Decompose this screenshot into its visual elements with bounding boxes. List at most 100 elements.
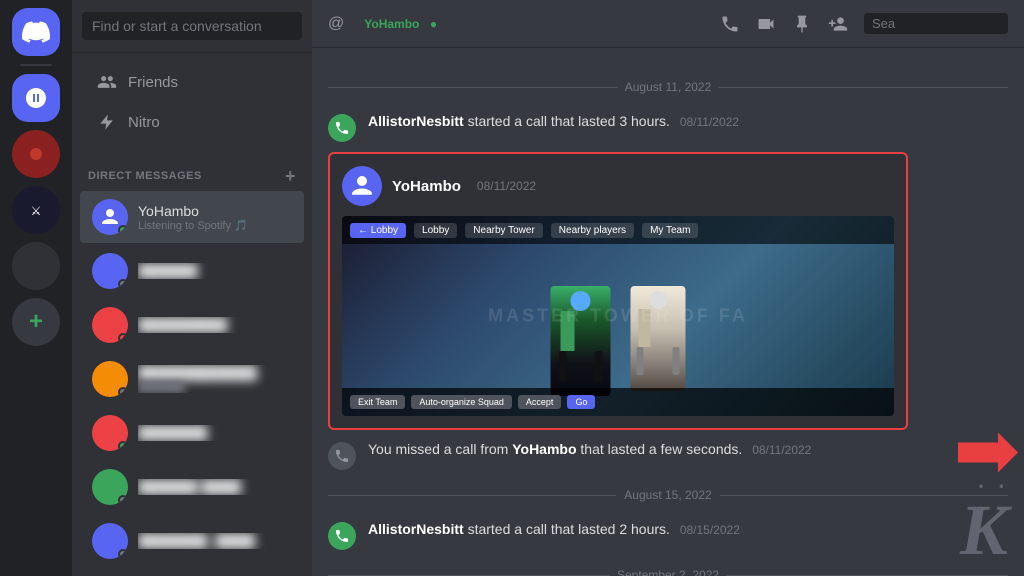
nitro-label: Nitro (128, 114, 160, 131)
dm-username-blurred: ████████████ (138, 365, 292, 381)
game-characters (551, 286, 686, 396)
status-dot (118, 495, 128, 505)
missed-call-row: You missed a call from YoHambo that last… (328, 438, 1008, 472)
sidebar-divider (20, 64, 52, 66)
avatar (92, 415, 128, 451)
yo-avatar (342, 166, 382, 206)
status-dot (118, 333, 128, 343)
call-icon-2 (328, 522, 356, 550)
svg-text:⚔: ⚔ (31, 204, 42, 218)
dm-username-blurred: ██████ (138, 263, 292, 279)
avatar (92, 307, 128, 343)
message-allistor-call2: AllistorNesbitt started a call that last… (328, 518, 1008, 552)
chat-area: @ YoHambo ● (312, 0, 1024, 576)
chat-search-input[interactable]: Sea (864, 13, 1008, 34)
accept-btn: Accept (518, 395, 562, 409)
status-dot (118, 387, 128, 397)
dm-user-status: Listening to Spotify 🎵 (138, 219, 292, 232)
sidebar-server3[interactable] (12, 242, 60, 290)
card-header: YoHambo 08/11/2022 (342, 166, 894, 206)
missed-call-text: You missed a call from YoHambo that last… (368, 440, 811, 460)
avatar (92, 523, 128, 559)
char2 (631, 286, 686, 391)
dm-section-header: DIRECT MESSAGES + (72, 151, 312, 189)
status-dot-online (118, 225, 128, 235)
chat-header-username: YoHambo ● (358, 15, 710, 33)
dm-user-2[interactable]: ██████ (80, 245, 304, 297)
avatar (92, 361, 128, 397)
nitro-nav-item[interactable]: Nitro (80, 103, 304, 141)
game-screenshot: ← Lobby Lobby Nearby Tower Nearby player… (342, 216, 894, 416)
missed-call-icon (328, 442, 356, 470)
sidebar-server1[interactable] (12, 130, 60, 178)
dm-user-list: YoHambo Listening to Spotify 🎵 ██████ ██… (72, 189, 312, 576)
dm-username-blurred: ██████ ████ (138, 479, 292, 495)
message-allistor-call1: AllistorNesbitt started a call that last… (328, 110, 1008, 144)
friends-nav-item[interactable]: Friends (80, 63, 304, 101)
nitro-icon (96, 111, 118, 133)
dm-username: YoHambo (138, 203, 292, 219)
message-text: AllistorNesbitt started a call that last… (368, 112, 739, 132)
dm-user-6[interactable]: ██████ ████ (80, 461, 304, 513)
game-bottom-bar: Exit Team Auto-organize Squad Accept Go (342, 388, 894, 416)
game-tab-back: ← Lobby (350, 223, 406, 238)
dm-user-7[interactable]: ███████, ████ (80, 515, 304, 567)
avatar (92, 469, 128, 505)
exit-team-btn: Exit Team (350, 395, 405, 409)
date-divider-aug15: August 15, 2022 (328, 488, 1008, 502)
game-ui-bar: ← Lobby Lobby Nearby Tower Nearby player… (342, 216, 894, 244)
search-input[interactable] (82, 12, 302, 40)
auto-organize-btn: Auto-organize Squad (411, 395, 512, 409)
dm-user-5[interactable]: ███████ (80, 407, 304, 459)
game-tab-myteam: My Team (642, 223, 698, 238)
chat-messages: August 11, 2022 AllistorNesbitt started … (312, 48, 1024, 576)
call-icon (328, 114, 356, 142)
call-button[interactable] (720, 14, 740, 34)
game-tab-players: Nearby players (551, 223, 634, 238)
add-server-button[interactable]: + (12, 298, 60, 346)
dm-panel: Friends Nitro DIRECT MESSAGES + (72, 0, 312, 576)
game-tab-lobby: Lobby (414, 223, 457, 238)
add-friend-button[interactable] (828, 14, 848, 34)
status-dot (118, 279, 128, 289)
dm-search-container (72, 0, 312, 53)
sidebar-dm-button[interactable] (12, 74, 60, 122)
status-dot (118, 549, 128, 559)
at-symbol: @ (328, 15, 344, 33)
discord-logo-button[interactable] (12, 8, 60, 56)
sidebar-server2[interactable]: ⚔ (12, 186, 60, 234)
go-btn: Go (567, 395, 595, 409)
dm-username-blurred: ███████, ████ (138, 533, 292, 549)
friends-icon (96, 71, 118, 93)
dm-username-blurred: ███████ (138, 425, 292, 441)
dm-nav: Friends Nitro (72, 53, 312, 151)
add-dm-button[interactable]: + (285, 167, 296, 185)
chat-header: @ YoHambo ● (312, 0, 1024, 48)
date-divider-aug11: August 11, 2022 (328, 80, 1008, 94)
card-date: 08/11/2022 (477, 179, 536, 193)
status-dot (118, 441, 128, 451)
game-tab-tower: Nearby Tower (465, 223, 543, 238)
online-status-indicator: ● (430, 17, 437, 31)
pin-button[interactable] (792, 14, 812, 34)
server-sidebar: ⚔ + (0, 0, 72, 576)
header-actions: Sea (720, 13, 1008, 34)
date-divider-sep2: September 2, 2022 (328, 568, 1008, 576)
dm-user-yohambo[interactable]: YoHambo Listening to Spotify 🎵 (80, 191, 304, 243)
card-sender-name: YoHambo (392, 178, 461, 195)
dm-status-blurred: ██████ (138, 381, 292, 393)
dm-username-blurred: █████████ (138, 317, 292, 333)
char1 (551, 286, 611, 396)
avatar (92, 199, 128, 235)
avatar (92, 253, 128, 289)
video-button[interactable] (756, 14, 776, 34)
dm-user-4[interactable]: ████████████ ██████ (80, 353, 304, 405)
friends-label: Friends (128, 74, 178, 91)
dm-user-3[interactable]: █████████ (80, 299, 304, 351)
dm-user-info: YoHambo Listening to Spotify 🎵 (138, 203, 292, 232)
game-watermark: MASTER TOWER OF FA (488, 306, 748, 327)
yohambo-game-card: YoHambo 08/11/2022 ← Lobby Lobby Nearby … (328, 152, 908, 430)
red-arrow-annotation (958, 433, 1018, 478)
search-placeholder: Sea (872, 16, 895, 31)
message-text-2: AllistorNesbitt started a call that last… (368, 520, 740, 540)
